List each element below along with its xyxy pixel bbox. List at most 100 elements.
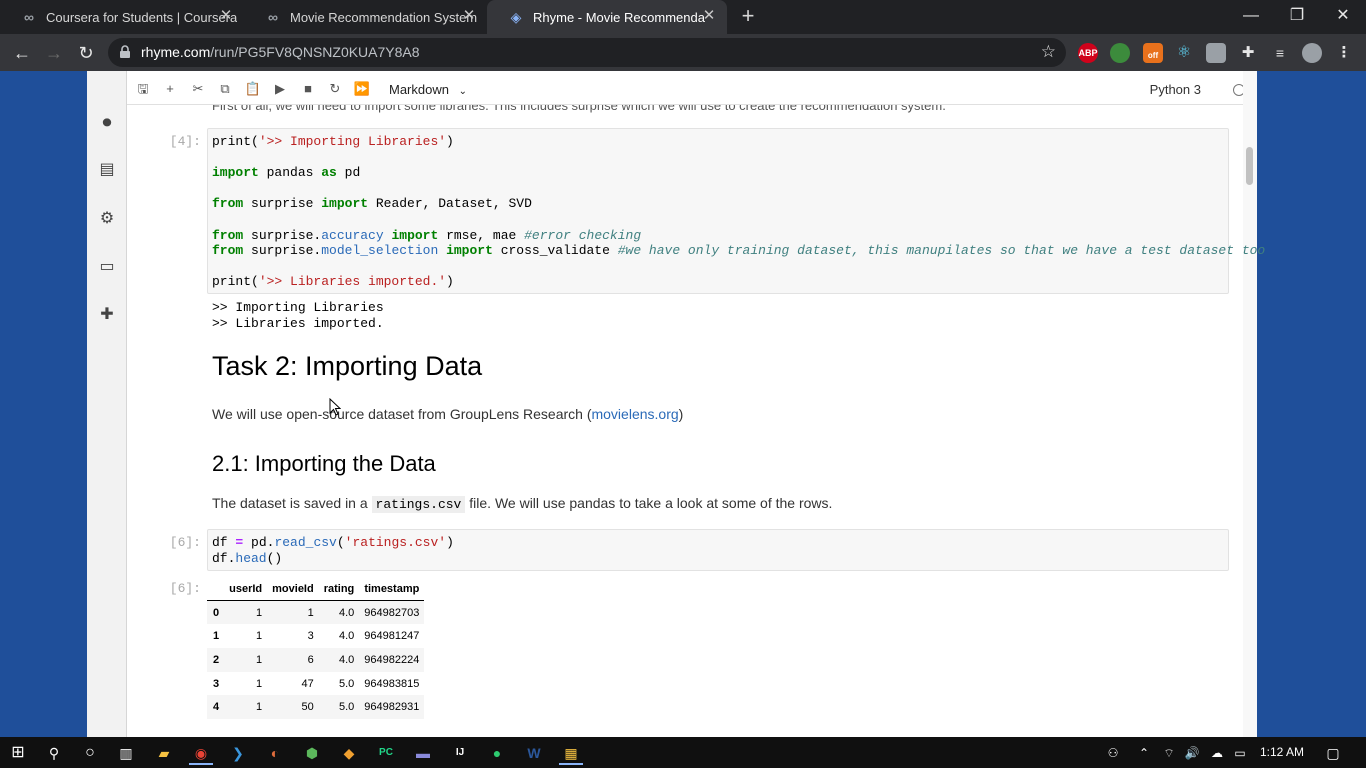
- off-badge-icon[interactable]: off: [1143, 43, 1163, 63]
- word-icon[interactable]: W: [522, 741, 546, 765]
- table-row: 3 1 47 5.0 964983815: [207, 672, 424, 696]
- tab-title: Rhyme - Movie Recommendation: [533, 9, 705, 25]
- task2-heading: Task 2: Importing Data: [212, 351, 483, 381]
- url-path: /run/PG5FV8QNSNZ0KUA7Y8A8: [210, 44, 420, 60]
- output-prompt: [6]:: [169, 581, 201, 596]
- people-icon[interactable]: ⚇: [1104, 744, 1122, 762]
- puzzle-icon[interactable]: ✚: [1238, 43, 1258, 63]
- tab-title: Coursera for Students | Coursera: [46, 9, 238, 25]
- settings-icon[interactable]: ⚙: [97, 209, 117, 229]
- notebook-toolbar: 🖫 + ✂ ⧉ 📋 ▶ ■ ↻ ⏩ Markdown ⌄ Python 3: [127, 71, 1256, 105]
- cut-icon[interactable]: ✂: [188, 79, 208, 99]
- media-control-icon[interactable]: ≡: [1270, 43, 1290, 63]
- stop-kernel-icon[interactable]: ■: [298, 79, 318, 99]
- address-bar[interactable]: rhyme.com/run/PG5FV8QNSNZ0KUA7Y8A8 ☆: [108, 38, 1066, 67]
- extension-icon[interactable]: [1110, 43, 1130, 63]
- file-explorer-icon[interactable]: ▰: [152, 741, 176, 765]
- menu-icon[interactable]: ⋮: [1334, 43, 1354, 63]
- wifi-icon[interactable]: ⌔: [1160, 744, 1178, 762]
- mouse-cursor-icon: [329, 398, 341, 416]
- battery-icon[interactable]: ▭: [1231, 744, 1249, 762]
- scrollbar[interactable]: [1243, 71, 1257, 737]
- cell-prompt: [4]:: [169, 134, 201, 149]
- restore-button[interactable]: ❐: [1274, 4, 1320, 28]
- fast-forward-icon[interactable]: ⏩: [352, 79, 372, 99]
- close-tab-icon[interactable]: ✕: [461, 8, 477, 24]
- cortana-icon[interactable]: ○: [78, 741, 102, 765]
- chevron-down-icon: ⌄: [458, 86, 467, 97]
- copy-icon[interactable]: ⧉: [215, 79, 235, 99]
- run-icon[interactable]: ▶: [270, 79, 290, 99]
- app-icon[interactable]: ◐: [263, 741, 287, 765]
- volume-icon[interactable]: 🔊: [1183, 744, 1201, 762]
- cell-type-select[interactable]: Markdown ⌄: [389, 82, 467, 97]
- scroll-thumb[interactable]: [1246, 147, 1253, 185]
- bookmark-star-icon[interactable]: ☆: [1041, 42, 1056, 62]
- git-icon[interactable]: ◆: [337, 741, 361, 765]
- tab-title: Movie Recommendation System: [290, 9, 478, 25]
- code-editor[interactable]: print('>> Importing Libraries') import p…: [208, 129, 1265, 295]
- window-icon[interactable]: ▭: [97, 257, 117, 277]
- clock[interactable]: 1:12 AM: [1260, 745, 1304, 759]
- app-icon[interactable]: ▬: [411, 741, 435, 765]
- puzzle-icon[interactable]: ✚: [97, 305, 117, 325]
- app-icon[interactable]: ⬢: [300, 741, 324, 765]
- restart-icon[interactable]: ↻: [325, 79, 345, 99]
- pycharm-icon[interactable]: PC: [374, 741, 398, 765]
- url-host: rhyme.com: [141, 44, 211, 60]
- profile-avatar-icon[interactable]: [1302, 43, 1322, 63]
- forward-button[interactable]: →: [42, 41, 66, 65]
- section-2-1-heading: 2.1: Importing the Data: [212, 451, 436, 476]
- tab-rhyme[interactable]: ◈ Rhyme - Movie Recommendation ✕: [487, 0, 727, 34]
- cell-output: >> Importing Libraries >> Libraries impo…: [212, 300, 384, 331]
- tab-strip: ∞ Coursera for Students | Coursera ✕ ∞ M…: [0, 0, 1366, 34]
- movielens-link[interactable]: movielens.org: [591, 406, 678, 422]
- paste-icon[interactable]: 📋: [243, 79, 263, 99]
- tab-movie-recommendation[interactable]: ∞ Movie Recommendation System ✕: [244, 0, 487, 34]
- cell-type-value: Markdown: [389, 82, 449, 97]
- close-tab-icon[interactable]: ✕: [701, 8, 717, 24]
- coursera-icon: ∞: [24, 9, 34, 25]
- onedrive-icon[interactable]: ☁: [1208, 744, 1226, 762]
- add-cell-icon[interactable]: +: [160, 79, 180, 99]
- code-cell-imports[interactable]: print('>> Importing Libraries') import p…: [207, 128, 1265, 295]
- intellij-icon[interactable]: IJ: [448, 741, 472, 765]
- app-icon[interactable]: ▦: [559, 741, 583, 765]
- rhyme-icon: ◈: [510, 8, 522, 25]
- close-tab-icon[interactable]: ✕: [218, 8, 234, 24]
- react-devtools-icon[interactable]: ⚛: [1174, 43, 1194, 63]
- column-header: userId: [224, 577, 268, 602]
- rhyme-sidebar: ⏺ ▤ ⚙ ▭ ✚: [87, 71, 127, 737]
- new-tab-button[interactable]: +: [737, 5, 759, 27]
- back-button[interactable]: ←: [10, 41, 34, 65]
- task2-paragraph: We will use open-source dataset from Gro…: [212, 406, 683, 422]
- notification-icon[interactable]: ▢: [1324, 744, 1342, 762]
- table-cell: 964982931: [364, 701, 420, 714]
- windows-start-icon[interactable]: ⊞: [6, 741, 30, 765]
- reload-button[interactable]: ↻: [74, 41, 98, 65]
- close-window-button[interactable]: ✕: [1320, 4, 1366, 28]
- table-cell: 47: [301, 677, 314, 690]
- code-editor[interactable]: df = pd.read_csv('ratings.csv') df.head(…: [208, 530, 1228, 571]
- tab-coursera-students[interactable]: ∞ Coursera for Students | Coursera ✕: [0, 0, 244, 34]
- save-icon[interactable]: 🖫: [133, 79, 153, 99]
- row-index: 1: [213, 630, 220, 643]
- kernel-name: Python 3: [1149, 82, 1201, 97]
- app-icon[interactable]: ●: [485, 741, 509, 765]
- row-index: 4: [213, 701, 220, 714]
- row-index: 2: [213, 653, 220, 666]
- section-text-end: file. We will use pandas to take a look …: [469, 495, 833, 511]
- adblock-icon[interactable]: ABP: [1078, 43, 1098, 63]
- stop-icon[interactable]: ⏺: [97, 112, 117, 132]
- task-view-icon[interactable]: ▥: [114, 741, 138, 765]
- chevron-up-icon[interactable]: ⌃: [1135, 744, 1153, 762]
- table-row: 1 1 3 4.0 964981247: [207, 624, 424, 648]
- vscode-icon[interactable]: ❯: [226, 741, 250, 765]
- chrome-icon[interactable]: ◉: [189, 741, 213, 765]
- search-icon[interactable]: ⚲: [42, 741, 66, 765]
- minimize-button[interactable]: —: [1228, 4, 1274, 28]
- code-cell-read-csv[interactable]: df = pd.read_csv('ratings.csv') df.head(…: [207, 529, 1229, 571]
- notes-icon[interactable]: ▤: [97, 160, 117, 180]
- camera-icon[interactable]: [1206, 43, 1226, 63]
- lock-icon: [120, 45, 130, 58]
